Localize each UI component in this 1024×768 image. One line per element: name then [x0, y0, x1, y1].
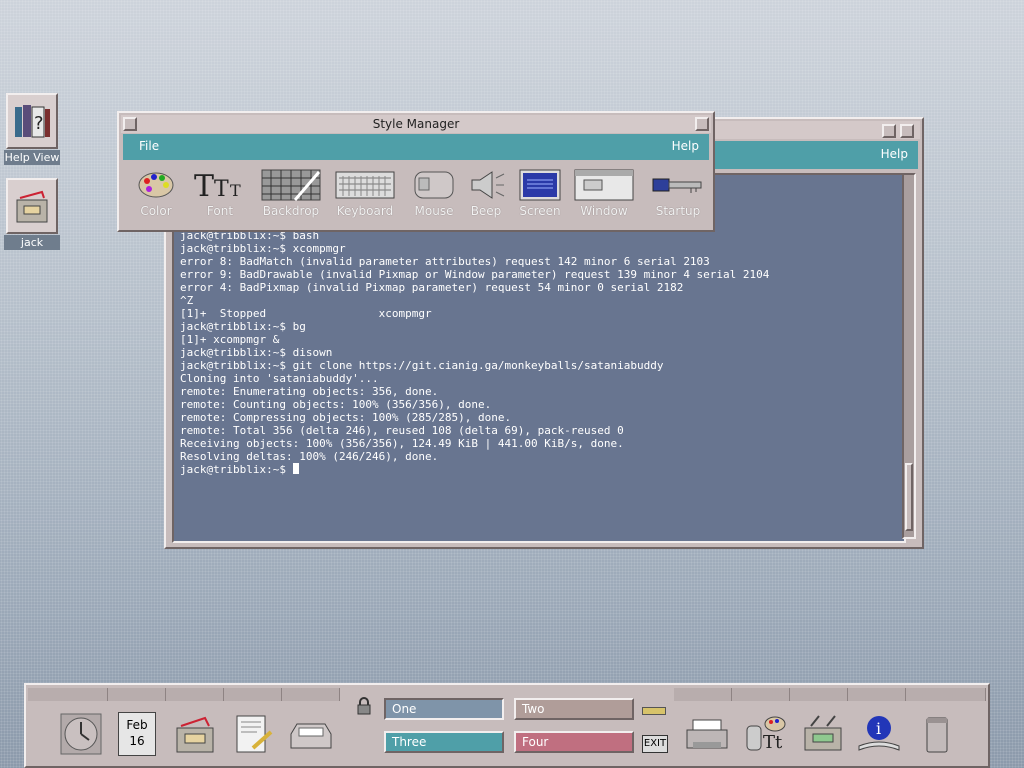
- home-folder-icon: [6, 178, 58, 234]
- keyboard-icon: [332, 166, 398, 204]
- desktop-icon-label: jack: [4, 235, 60, 250]
- file-manager-icon[interactable]: [168, 705, 222, 763]
- panel-subpanel-strip[interactable]: [790, 688, 848, 701]
- mail-icon[interactable]: [284, 705, 338, 763]
- panel-subpanel-strip[interactable]: [108, 688, 166, 701]
- workspace-button-four[interactable]: Four: [514, 731, 634, 753]
- style-manager-title: Style Manager: [372, 117, 460, 131]
- style-manager-window[interactable]: Style Manager File Help Color TTT Font B…: [117, 111, 715, 232]
- workspace-label: Two: [522, 702, 545, 716]
- backdrop-icon: [258, 166, 324, 204]
- panel-subpanel-strip[interactable]: [166, 688, 224, 701]
- minimize-button[interactable]: [695, 117, 709, 131]
- terminal-scrollbar[interactable]: [902, 173, 916, 539]
- terminal-cursor: [292, 463, 299, 474]
- application-manager-icon[interactable]: [796, 705, 850, 763]
- workspace-button-two[interactable]: Two: [514, 698, 634, 720]
- panel-subpanel-strip[interactable]: [282, 688, 340, 701]
- lock-icon[interactable]: [356, 697, 372, 718]
- workspace-label: Four: [522, 735, 549, 749]
- color-palette-icon: [123, 166, 189, 204]
- font-icon: TTT: [187, 166, 253, 204]
- menu-help[interactable]: Help: [672, 139, 699, 153]
- panel-subpanel-strip[interactable]: [906, 688, 986, 701]
- scrollbar-thumb[interactable]: [905, 463, 913, 531]
- window-menu-button[interactable]: [123, 117, 137, 131]
- style-manager-icon[interactable]: Tt: [738, 705, 792, 763]
- svg-text:T: T: [214, 177, 229, 202]
- calendar-day: 16: [129, 734, 145, 748]
- printer-icon[interactable]: [680, 705, 734, 763]
- tool-label: Color: [140, 204, 172, 218]
- desktop-icon-help-view[interactable]: ? Help View: [4, 93, 60, 165]
- style-manager-titlebar[interactable]: Style Manager: [121, 115, 711, 133]
- tool-backdrop[interactable]: Backdrop: [258, 166, 324, 224]
- tool-label: Keyboard: [336, 204, 394, 218]
- tool-color[interactable]: Color: [123, 166, 189, 224]
- tool-keyboard[interactable]: Keyboard: [332, 166, 398, 224]
- tool-screen[interactable]: Screen: [507, 166, 573, 224]
- menu-file[interactable]: File: [139, 139, 159, 153]
- style-manager-menubar: File Help: [123, 134, 709, 160]
- svg-text:T: T: [230, 181, 241, 200]
- tool-label: Startup: [655, 204, 701, 218]
- svg-text:i: i: [876, 719, 881, 738]
- desktop-icon-jack[interactable]: jack: [4, 178, 60, 250]
- startup-key-icon: [645, 166, 711, 204]
- window-icon: [571, 166, 637, 204]
- panel-subpanel-strip[interactable]: [28, 688, 108, 701]
- panel-subpanel-strip[interactable]: [732, 688, 790, 701]
- desktop-icon-label: Help View: [4, 150, 60, 165]
- clock-icon[interactable]: [54, 705, 108, 763]
- tool-startup[interactable]: Startup: [645, 166, 711, 224]
- svg-text:?: ?: [34, 113, 44, 134]
- maximize-button[interactable]: [900, 124, 914, 138]
- busy-indicator: [642, 707, 666, 715]
- minimize-button[interactable]: [882, 124, 896, 138]
- panel-subpanel-arrow[interactable]: [848, 688, 906, 701]
- style-manager-toolbar: Color TTT Font Backdrop Keyboard Mouse B…: [123, 162, 709, 228]
- tool-font[interactable]: TTT Font: [187, 166, 253, 224]
- panel-subpanel-arrow[interactable]: [674, 688, 732, 701]
- svg-text:Tt: Tt: [763, 732, 783, 753]
- help-books-icon: ?: [6, 93, 58, 149]
- tool-label: Backdrop: [262, 204, 320, 218]
- workspace-button-three[interactable]: Three: [384, 731, 504, 753]
- tool-label: Screen: [519, 204, 561, 218]
- help-manager-icon[interactable]: i: [852, 705, 906, 763]
- calendar-month: Feb: [126, 718, 148, 732]
- workspace-label: Three: [392, 735, 427, 749]
- workspace-label: One: [392, 702, 417, 716]
- trash-icon[interactable]: [910, 705, 964, 763]
- terminal-menu-help[interactable]: Help: [881, 147, 908, 161]
- text-editor-icon[interactable]: [226, 705, 280, 763]
- exit-button[interactable]: EXIT: [642, 735, 668, 753]
- tool-label: Window: [580, 204, 628, 218]
- front-panel: Feb 16 One Two Three Four EXIT Tt i: [24, 683, 990, 768]
- workspace-button-one[interactable]: One: [384, 698, 504, 720]
- terminal-output-text: ".bashrc" 2L, 46C written jack@tribblix:…: [180, 216, 770, 463]
- tool-label: Font: [206, 204, 234, 218]
- exit-label: EXIT: [643, 738, 667, 749]
- screen-icon: [507, 166, 573, 204]
- panel-subpanel-arrow[interactable]: [224, 688, 282, 701]
- calendar-icon[interactable]: Feb 16: [110, 705, 164, 763]
- tool-window[interactable]: Window: [571, 166, 637, 224]
- terminal-prompt: jack@tribblix:~$: [180, 463, 293, 476]
- svg-text:T: T: [194, 169, 214, 202]
